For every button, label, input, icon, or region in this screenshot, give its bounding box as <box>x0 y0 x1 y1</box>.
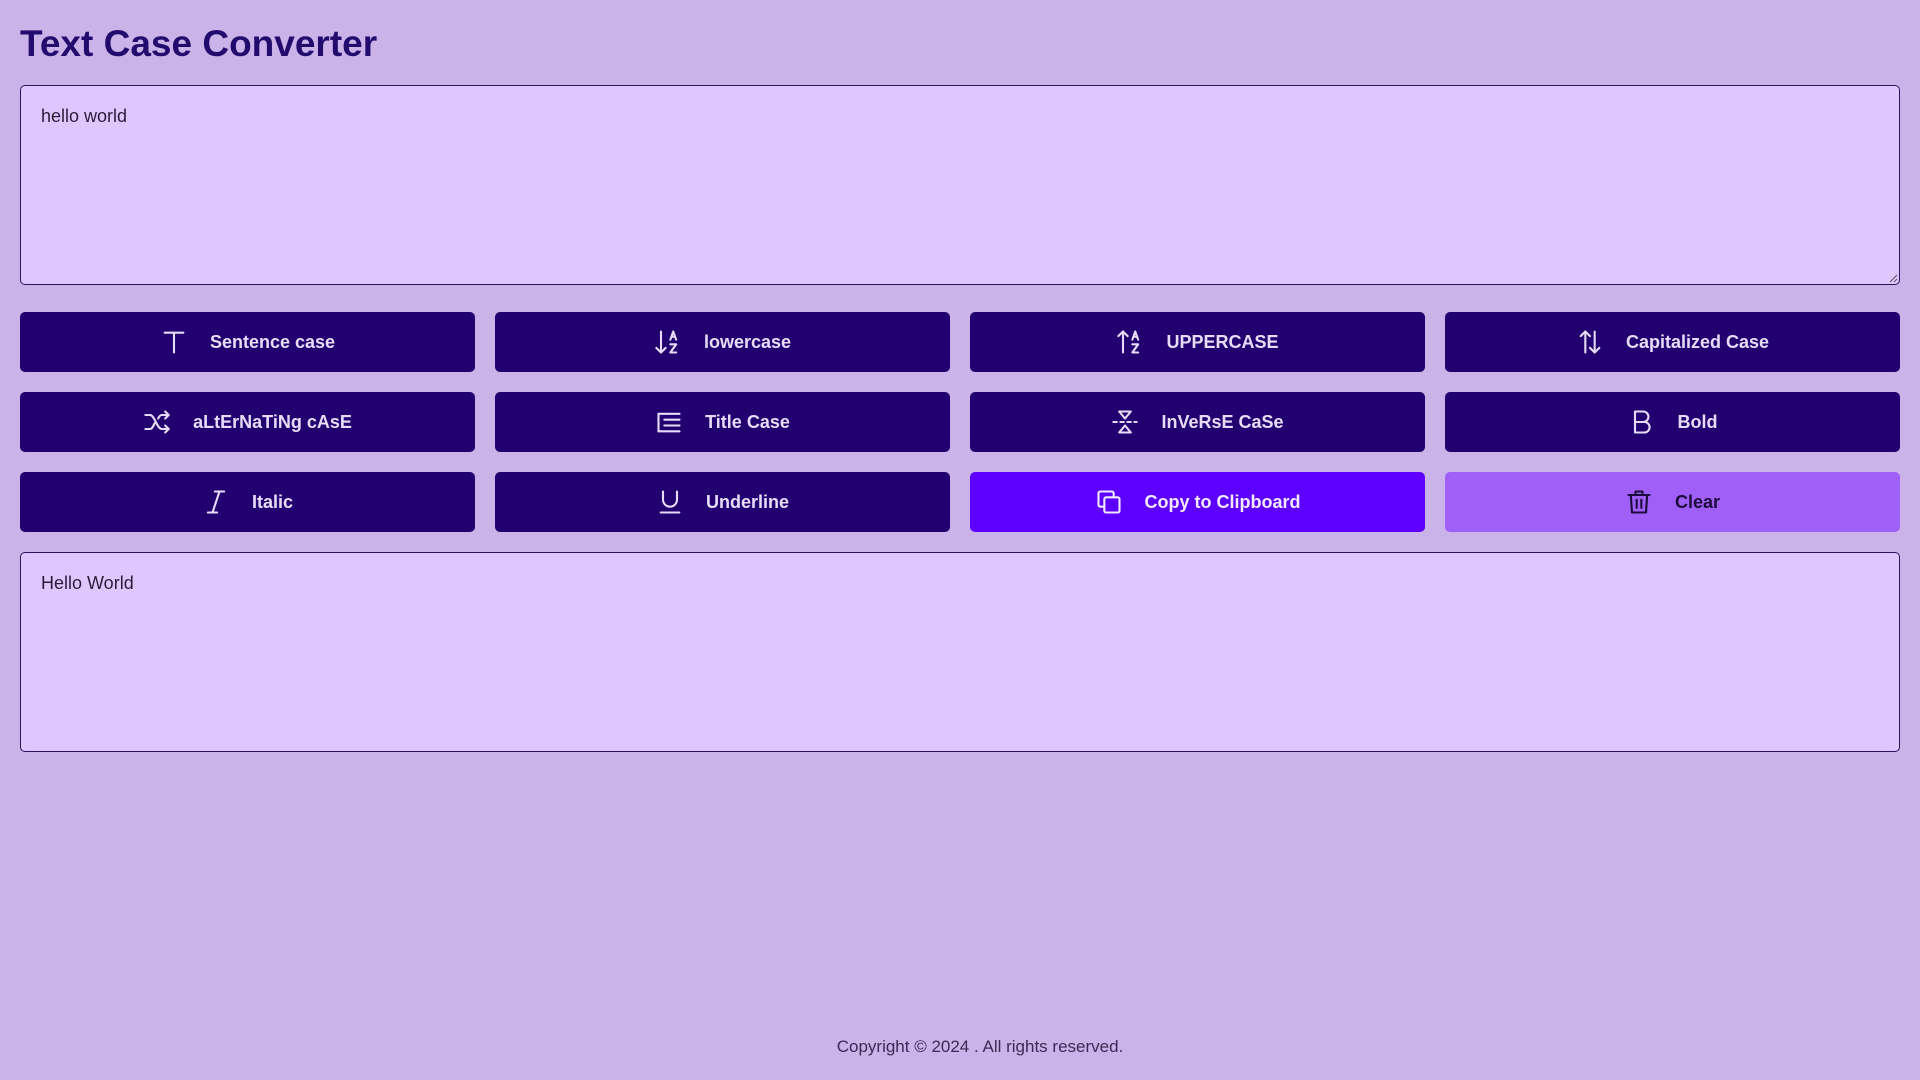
button-label: aLtErNaTiNg cAsE <box>193 411 352 432</box>
button-label: Underline <box>705 491 789 512</box>
button-label: Clear <box>1674 491 1721 512</box>
input-textarea[interactable]: hello world <box>20 85 1900 285</box>
inverse-case-button[interactable]: InVeRsE CaSe <box>970 392 1425 452</box>
lowercase-button[interactable]: lowercase <box>495 312 950 372</box>
list-heading-icon <box>655 408 683 436</box>
sort-descending-az-icon <box>654 328 682 356</box>
italic-button[interactable]: Italic <box>20 472 475 532</box>
arrows-up-down-icon <box>1576 328 1604 356</box>
button-label: InVeRsE CaSe <box>1161 411 1284 432</box>
button-label: lowercase <box>703 331 792 352</box>
text-t-icon <box>160 328 188 356</box>
button-label: Sentence case <box>209 331 336 352</box>
trash-icon <box>1625 488 1653 516</box>
sort-ascending-az-icon <box>1116 328 1144 356</box>
footer-copyright: Copyright © 2024 . All rights reserved. <box>836 1037 1124 1056</box>
shuffle-icon <box>143 408 171 436</box>
uppercase-button[interactable]: UPPERCASE <box>970 312 1425 372</box>
page: Text Case Converter hello world Sentence… <box>0 0 1920 1080</box>
bold-icon <box>1628 408 1656 436</box>
capitalized-case-button[interactable]: Capitalized Case <box>1445 312 1900 372</box>
copy-icon <box>1095 488 1123 516</box>
button-label: Italic <box>251 491 294 512</box>
output-textarea[interactable]: Hello World <box>20 552 1900 752</box>
button-label: UPPERCASE <box>1166 331 1279 352</box>
sentence-case-button[interactable]: Sentence case <box>20 312 475 372</box>
button-label: Copy to Clipboard <box>1144 491 1301 512</box>
button-label: Bold <box>1677 411 1718 432</box>
underline-icon <box>656 488 684 516</box>
button-label: Capitalized Case <box>1625 331 1770 352</box>
conversion-buttons: Sentence case lowercase UPPERCASE Capita… <box>20 312 1900 532</box>
alternating-case-button[interactable]: aLtErNaTiNg cAsE <box>20 392 475 452</box>
page-title: Text Case Converter <box>20 23 378 64</box>
bold-button[interactable]: Bold <box>1445 392 1900 452</box>
title-case-button[interactable]: Title Case <box>495 392 950 452</box>
clear-button[interactable]: Clear <box>1445 472 1900 532</box>
button-label: Title Case <box>705 411 790 432</box>
flip-vertical-icon <box>1111 408 1139 436</box>
underline-button[interactable]: Underline <box>495 472 950 532</box>
italic-icon <box>202 488 230 516</box>
copy-to-clipboard-button[interactable]: Copy to Clipboard <box>970 472 1425 532</box>
